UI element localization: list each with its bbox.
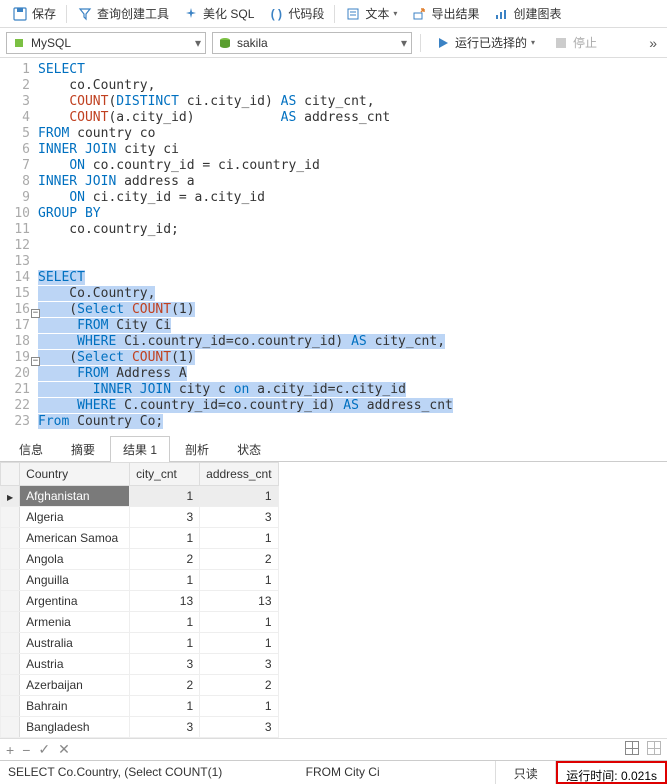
grid-control-bar: + − ✓ ✕: [0, 738, 667, 760]
save-button[interactable]: 保存: [6, 3, 62, 24]
tab-4[interactable]: 状态: [224, 436, 274, 462]
table-row[interactable]: Azerbaijan22: [1, 675, 279, 696]
table-row[interactable]: Armenia11: [1, 612, 279, 633]
stop-icon: [553, 35, 569, 51]
run-selected-button[interactable]: 运行已选择的 ▾: [429, 32, 541, 53]
add-row-button[interactable]: +: [6, 742, 14, 758]
col-header[interactable]: city_cnt: [130, 463, 200, 486]
save-icon: [12, 6, 28, 22]
apply-button[interactable]: ✓: [38, 741, 50, 758]
beautify-sql-button[interactable]: 美化 SQL: [177, 3, 260, 24]
result-tabs: 信息摘要结果 1剖析状态: [0, 436, 667, 462]
grid-view-icon[interactable]: [625, 741, 639, 758]
fold-toggle[interactable]: −: [31, 309, 40, 318]
filter-icon: [77, 6, 93, 22]
table-row[interactable]: Austria33: [1, 654, 279, 675]
create-chart-button[interactable]: 创建图表: [487, 3, 567, 24]
play-icon: [435, 35, 451, 51]
export-result-button[interactable]: 导出结果: [405, 3, 485, 24]
chevron-down-icon: ▾: [195, 36, 201, 50]
line-gutter: 12345678910111213141516−171819−20212223: [0, 62, 38, 430]
table-row[interactable]: Bahrain11: [1, 696, 279, 717]
table-row[interactable]: Angola22: [1, 549, 279, 570]
cancel-button[interactable]: ✕: [58, 741, 70, 758]
main-toolbar: 保存 查询创建工具 美化 SQL ( ) 代码段 文本 ▾ 导出结果 创建图表: [0, 0, 667, 28]
database-icon: [217, 35, 233, 51]
status-runtime: 运行时间: 0.021s: [556, 761, 667, 784]
code-area[interactable]: SELECT co.Country, COUNT(DISTINCT ci.cit…: [38, 62, 667, 430]
code-snippet-button[interactable]: ( ) 代码段: [262, 3, 330, 24]
connection-row: MySQL ▾ sakila ▾ 运行已选择的 ▾ 停止 »: [0, 28, 667, 58]
chevron-down-icon: ▾: [401, 36, 407, 50]
table-row[interactable]: Afghanistan11: [1, 486, 279, 507]
tab-0[interactable]: 信息: [6, 436, 56, 462]
form-view-icon[interactable]: [647, 741, 661, 758]
fold-toggle[interactable]: −: [31, 357, 40, 366]
chevron-down-icon: ▾: [393, 9, 397, 18]
tab-2[interactable]: 结果 1: [110, 436, 170, 462]
chevron-down-icon: ▾: [531, 38, 535, 47]
table-row[interactable]: American Samoa11: [1, 528, 279, 549]
plug-icon: [11, 35, 27, 51]
text-button[interactable]: 文本 ▾: [339, 3, 403, 24]
text-icon: [345, 6, 361, 22]
delete-row-button[interactable]: −: [22, 742, 30, 758]
sparkle-icon: [183, 6, 199, 22]
more-icon[interactable]: »: [649, 35, 661, 51]
status-bar: SELECT Co.Country, (Select COUNT(1) FROM…: [0, 760, 667, 784]
status-sql: SELECT Co.Country, (Select COUNT(1) FROM…: [0, 761, 496, 784]
col-header[interactable]: address_cnt: [200, 463, 278, 486]
tab-3[interactable]: 剖析: [172, 436, 222, 462]
table-row[interactable]: Australia11: [1, 633, 279, 654]
table-row[interactable]: Algeria33: [1, 507, 279, 528]
chart-icon: [493, 6, 509, 22]
connection-dropdown[interactable]: MySQL ▾: [6, 32, 206, 54]
result-grid[interactable]: Countrycity_cntaddress_cntAfghanistan11A…: [0, 462, 667, 738]
stop-button: 停止: [547, 32, 603, 53]
query-builder-button[interactable]: 查询创建工具: [71, 3, 175, 24]
col-header[interactable]: Country: [20, 463, 130, 486]
table-row[interactable]: Bangladesh33: [1, 717, 279, 738]
table-row[interactable]: Anguilla11: [1, 570, 279, 591]
sql-editor[interactable]: 12345678910111213141516−171819−20212223 …: [0, 58, 667, 436]
export-icon: [411, 6, 427, 22]
tab-1[interactable]: 摘要: [58, 436, 108, 462]
status-readonly: 只读: [496, 761, 556, 784]
parens-icon: ( ): [268, 6, 284, 22]
table-row[interactable]: Argentina1313: [1, 591, 279, 612]
database-dropdown[interactable]: sakila ▾: [212, 32, 412, 54]
